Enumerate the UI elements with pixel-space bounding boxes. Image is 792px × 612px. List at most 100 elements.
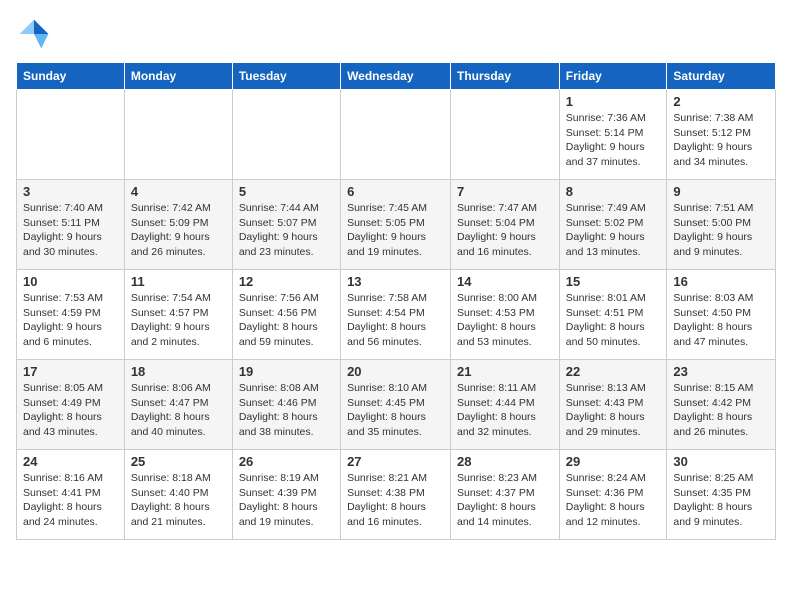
day-info: Sunrise: 8:18 AM Sunset: 4:40 PM Dayligh… bbox=[131, 471, 226, 530]
day-number: 28 bbox=[457, 454, 553, 469]
calendar-cell: 30 Sunrise: 8:25 AM Sunset: 4:35 PM Dayli… bbox=[667, 450, 776, 540]
calendar-cell bbox=[124, 90, 232, 180]
day-of-week-header: Sunday bbox=[17, 63, 125, 90]
calendar-cell bbox=[341, 90, 451, 180]
calendar-cell: 4Sunrise: 7:42 AM Sunset: 5:09 PM Daylig… bbox=[124, 180, 232, 270]
day-number: 9 bbox=[673, 184, 769, 199]
day-number: 10 bbox=[23, 274, 118, 289]
calendar-cell: 1 Sunrise: 7:36 AM Sunset: 5:14 PM Daylig… bbox=[559, 90, 667, 180]
day-number: 13 bbox=[347, 274, 444, 289]
day-info: Sunrise: 8:11 AM Sunset: 4:44 PM Dayligh… bbox=[457, 381, 553, 440]
day-number: 1 bbox=[566, 94, 661, 109]
day-number: 6 bbox=[347, 184, 444, 199]
day-of-week-header: Wednesday bbox=[341, 63, 451, 90]
day-info: Sunrise: 8:05 AM Sunset: 4:49 PM Dayligh… bbox=[23, 381, 118, 440]
day-info: Sunrise: 8:24 AM Sunset: 4:36 PM Dayligh… bbox=[566, 471, 661, 530]
day-number: 8 bbox=[566, 184, 661, 199]
day-number: 20 bbox=[347, 364, 444, 379]
day-number: 24 bbox=[23, 454, 118, 469]
day-number: 23 bbox=[673, 364, 769, 379]
calendar-cell: 16 Sunrise: 8:03 AM Sunset: 4:50 PM Dayli… bbox=[667, 270, 776, 360]
calendar-cell: 19 Sunrise: 8:08 AM Sunset: 4:46 PM Dayli… bbox=[232, 360, 340, 450]
day-info: Sunrise: 7:58 AM Sunset: 4:54 PM Dayligh… bbox=[347, 291, 444, 350]
day-of-week-header: Tuesday bbox=[232, 63, 340, 90]
day-info: Sunrise: 7:53 AM Sunset: 4:59 PM Dayligh… bbox=[23, 291, 118, 350]
calendar-cell: 20 Sunrise: 8:10 AM Sunset: 4:45 PM Dayli… bbox=[341, 360, 451, 450]
calendar-week-row: 3 Sunrise: 7:40 AM Sunset: 5:11 PM Daylig… bbox=[17, 180, 776, 270]
page-header bbox=[16, 16, 776, 52]
day-info: Sunrise: 8:08 AM Sunset: 4:46 PM Dayligh… bbox=[239, 381, 334, 440]
calendar-cell: 13 Sunrise: 7:58 AM Sunset: 4:54 PM Dayli… bbox=[341, 270, 451, 360]
logo bbox=[16, 16, 56, 52]
day-of-week-header: Saturday bbox=[667, 63, 776, 90]
day-info: Sunrise: 7:36 AM Sunset: 5:14 PM Dayligh… bbox=[566, 111, 661, 170]
calendar-cell bbox=[232, 90, 340, 180]
day-info: Sunrise: 8:03 AM Sunset: 4:50 PM Dayligh… bbox=[673, 291, 769, 350]
calendar-cell: 26Sunrise: 8:19 AM Sunset: 4:39 PM Dayli… bbox=[232, 450, 340, 540]
day-number: 29 bbox=[566, 454, 661, 469]
day-number: 27 bbox=[347, 454, 444, 469]
calendar-cell: 24 Sunrise: 8:16 AM Sunset: 4:41 PM Dayli… bbox=[17, 450, 125, 540]
day-info: Sunrise: 7:44 AM Sunset: 5:07 PM Dayligh… bbox=[239, 201, 334, 260]
calendar-table: SundayMondayTuesdayWednesdayThursdayFrid… bbox=[16, 62, 776, 540]
day-number: 16 bbox=[673, 274, 769, 289]
calendar-cell: 25Sunrise: 8:18 AM Sunset: 4:40 PM Dayli… bbox=[124, 450, 232, 540]
day-number: 21 bbox=[457, 364, 553, 379]
calendar-cell: 2Sunrise: 7:38 AM Sunset: 5:12 PM Daylig… bbox=[667, 90, 776, 180]
logo-icon bbox=[16, 16, 52, 52]
day-number: 14 bbox=[457, 274, 553, 289]
day-number: 3 bbox=[23, 184, 118, 199]
day-of-week-header: Monday bbox=[124, 63, 232, 90]
calendar-cell: 6Sunrise: 7:45 AM Sunset: 5:05 PM Daylig… bbox=[341, 180, 451, 270]
calendar-cell: 17 Sunrise: 8:05 AM Sunset: 4:49 PM Dayli… bbox=[17, 360, 125, 450]
calendar-week-row: 1 Sunrise: 7:36 AM Sunset: 5:14 PM Daylig… bbox=[17, 90, 776, 180]
calendar-cell: 5 Sunrise: 7:44 AM Sunset: 5:07 PM Daylig… bbox=[232, 180, 340, 270]
day-info: Sunrise: 8:16 AM Sunset: 4:41 PM Dayligh… bbox=[23, 471, 118, 530]
calendar-cell: 12 Sunrise: 7:56 AM Sunset: 4:56 PM Dayli… bbox=[232, 270, 340, 360]
calendar-header: SundayMondayTuesdayWednesdayThursdayFrid… bbox=[17, 63, 776, 90]
calendar-cell: 15 Sunrise: 8:01 AM Sunset: 4:51 PM Dayli… bbox=[559, 270, 667, 360]
day-info: Sunrise: 8:25 AM Sunset: 4:35 PM Dayligh… bbox=[673, 471, 769, 530]
calendar-cell: 8 Sunrise: 7:49 AM Sunset: 5:02 PM Daylig… bbox=[559, 180, 667, 270]
day-number: 17 bbox=[23, 364, 118, 379]
calendar-cell: 14 Sunrise: 8:00 AM Sunset: 4:53 PM Dayli… bbox=[451, 270, 560, 360]
calendar-cell: 23 Sunrise: 8:15 AM Sunset: 4:42 PM Dayli… bbox=[667, 360, 776, 450]
calendar-cell bbox=[17, 90, 125, 180]
day-number: 12 bbox=[239, 274, 334, 289]
calendar-cell: 27Sunrise: 8:21 AM Sunset: 4:38 PM Dayli… bbox=[341, 450, 451, 540]
day-info: Sunrise: 7:40 AM Sunset: 5:11 PM Dayligh… bbox=[23, 201, 118, 260]
day-of-week-header: Friday bbox=[559, 63, 667, 90]
day-info: Sunrise: 7:51 AM Sunset: 5:00 PM Dayligh… bbox=[673, 201, 769, 260]
day-info: Sunrise: 7:49 AM Sunset: 5:02 PM Dayligh… bbox=[566, 201, 661, 260]
day-of-week-header: Thursday bbox=[451, 63, 560, 90]
day-number: 22 bbox=[566, 364, 661, 379]
day-number: 4 bbox=[131, 184, 226, 199]
calendar-cell: 9 Sunrise: 7:51 AM Sunset: 5:00 PM Daylig… bbox=[667, 180, 776, 270]
day-number: 30 bbox=[673, 454, 769, 469]
calendar-cell: 10 Sunrise: 7:53 AM Sunset: 4:59 PM Dayli… bbox=[17, 270, 125, 360]
day-info: Sunrise: 7:56 AM Sunset: 4:56 PM Dayligh… bbox=[239, 291, 334, 350]
calendar-cell bbox=[451, 90, 560, 180]
day-info: Sunrise: 8:01 AM Sunset: 4:51 PM Dayligh… bbox=[566, 291, 661, 350]
day-info: Sunrise: 8:15 AM Sunset: 4:42 PM Dayligh… bbox=[673, 381, 769, 440]
calendar-cell: 21 Sunrise: 8:11 AM Sunset: 4:44 PM Dayli… bbox=[451, 360, 560, 450]
day-info: Sunrise: 8:00 AM Sunset: 4:53 PM Dayligh… bbox=[457, 291, 553, 350]
calendar-cell: 3 Sunrise: 7:40 AM Sunset: 5:11 PM Daylig… bbox=[17, 180, 125, 270]
day-info: Sunrise: 8:23 AM Sunset: 4:37 PM Dayligh… bbox=[457, 471, 553, 530]
day-info: Sunrise: 7:47 AM Sunset: 5:04 PM Dayligh… bbox=[457, 201, 553, 260]
day-number: 15 bbox=[566, 274, 661, 289]
day-number: 19 bbox=[239, 364, 334, 379]
day-info: Sunrise: 8:06 AM Sunset: 4:47 PM Dayligh… bbox=[131, 381, 226, 440]
calendar-week-row: 24 Sunrise: 8:16 AM Sunset: 4:41 PM Dayli… bbox=[17, 450, 776, 540]
day-number: 11 bbox=[131, 274, 226, 289]
calendar-week-row: 10 Sunrise: 7:53 AM Sunset: 4:59 PM Dayli… bbox=[17, 270, 776, 360]
calendar-body: 1 Sunrise: 7:36 AM Sunset: 5:14 PM Daylig… bbox=[17, 90, 776, 540]
header-row: SundayMondayTuesdayWednesdayThursdayFrid… bbox=[17, 63, 776, 90]
day-info: Sunrise: 8:19 AM Sunset: 4:39 PM Dayligh… bbox=[239, 471, 334, 530]
calendar-cell: 29 Sunrise: 8:24 AM Sunset: 4:36 PM Dayli… bbox=[559, 450, 667, 540]
day-number: 7 bbox=[457, 184, 553, 199]
day-number: 5 bbox=[239, 184, 334, 199]
calendar-week-row: 17 Sunrise: 8:05 AM Sunset: 4:49 PM Dayli… bbox=[17, 360, 776, 450]
day-info: Sunrise: 8:10 AM Sunset: 4:45 PM Dayligh… bbox=[347, 381, 444, 440]
calendar-cell: 28 Sunrise: 8:23 AM Sunset: 4:37 PM Dayli… bbox=[451, 450, 560, 540]
